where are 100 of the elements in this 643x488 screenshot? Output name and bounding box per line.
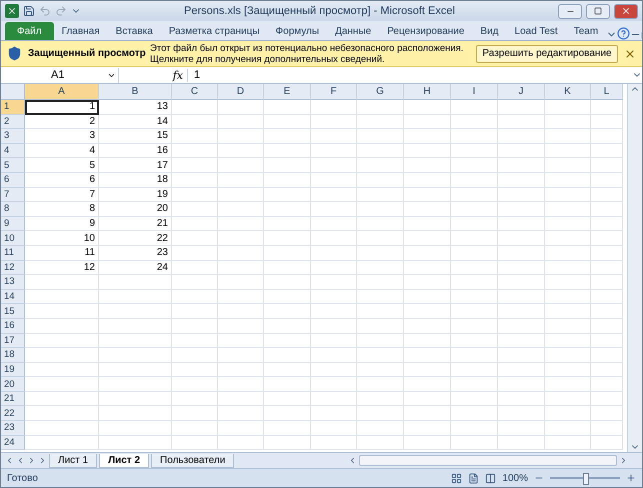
table-cell[interactable]: 24 [99, 260, 172, 276]
table-cell[interactable] [99, 436, 172, 450]
table-cell[interactable] [264, 392, 311, 406]
table-cell[interactable] [218, 275, 264, 290]
row-header[interactable]: 4 [1, 144, 25, 158]
table-cell[interactable] [357, 275, 404, 290]
table-cell[interactable] [545, 188, 591, 202]
close-icon[interactable] [624, 48, 636, 60]
table-cell[interactable]: 19 [99, 188, 172, 202]
table-cell[interactable] [264, 362, 311, 378]
table-cell[interactable] [591, 334, 623, 348]
table-cell[interactable] [25, 318, 99, 334]
table-cell[interactable] [264, 202, 311, 217]
row-header[interactable]: 10 [1, 231, 25, 246]
table-cell[interactable] [545, 216, 591, 232]
row-header[interactable]: 2 [1, 114, 25, 130]
table-cell[interactable] [591, 260, 623, 276]
table-cell[interactable] [357, 216, 404, 232]
row-header[interactable]: 3 [1, 129, 25, 144]
table-cell[interactable] [311, 216, 357, 232]
table-cell[interactable] [545, 362, 591, 378]
ribbon-tab[interactable]: Вставка [108, 22, 161, 40]
table-cell[interactable] [451, 202, 498, 217]
table-cell[interactable] [591, 202, 623, 217]
table-cell[interactable] [311, 392, 357, 406]
table-cell[interactable] [264, 290, 311, 304]
column-header[interactable]: A [25, 84, 99, 100]
table-cell[interactable] [451, 334, 498, 348]
table-cell[interactable] [591, 348, 623, 363]
table-cell[interactable] [591, 129, 623, 144]
row-header[interactable]: 23 [1, 421, 25, 436]
row-header[interactable]: 16 [1, 318, 25, 334]
table-cell[interactable] [218, 100, 264, 115]
column-header[interactable]: E [264, 84, 311, 100]
table-cell[interactable] [357, 318, 404, 334]
table-cell[interactable] [311, 421, 357, 436]
close-button[interactable] [614, 4, 638, 18]
table-cell[interactable] [311, 172, 357, 188]
table-cell[interactable] [451, 158, 498, 173]
next-sheet-icon[interactable] [27, 456, 36, 465]
enable-editing-button[interactable]: Разрешить редактирование [476, 44, 618, 62]
table-cell[interactable] [451, 290, 498, 304]
table-cell[interactable]: 10 [25, 231, 99, 246]
table-cell[interactable] [545, 436, 591, 450]
table-cell[interactable] [311, 334, 357, 348]
table-cell[interactable] [172, 406, 218, 422]
table-cell[interactable] [451, 144, 498, 158]
table-cell[interactable] [404, 188, 451, 202]
table-cell[interactable] [264, 318, 311, 334]
scrollbar-thumb[interactable] [359, 455, 617, 466]
table-cell[interactable] [264, 421, 311, 436]
table-cell[interactable]: 9 [25, 216, 99, 232]
table-cell[interactable] [311, 436, 357, 450]
table-cell[interactable] [404, 114, 451, 130]
table-cell[interactable]: 7 [25, 188, 99, 202]
table-cell[interactable] [357, 202, 404, 217]
table-cell[interactable] [451, 318, 498, 334]
table-cell[interactable] [357, 348, 404, 363]
table-cell[interactable] [591, 318, 623, 334]
table-cell[interactable] [25, 362, 99, 378]
table-cell[interactable] [311, 318, 357, 334]
column-header[interactable]: K [545, 84, 591, 100]
table-cell[interactable] [498, 172, 545, 188]
table-cell[interactable] [25, 377, 99, 392]
table-cell[interactable] [498, 362, 545, 378]
table-cell[interactable] [172, 129, 218, 144]
column-header[interactable]: B [99, 84, 172, 100]
ribbon-tab[interactable]: Рецензирование [379, 22, 472, 40]
table-cell[interactable] [99, 377, 172, 392]
column-header[interactable]: F [311, 84, 357, 100]
row-header[interactable]: 21 [1, 392, 25, 406]
table-cell[interactable] [498, 246, 545, 261]
ribbon-tab[interactable]: Team [566, 22, 606, 40]
table-cell[interactable] [591, 275, 623, 290]
table-cell[interactable] [357, 100, 404, 115]
table-cell[interactable] [99, 290, 172, 304]
table-cell[interactable] [498, 158, 545, 173]
table-cell[interactable] [404, 290, 451, 304]
table-cell[interactable] [218, 144, 264, 158]
table-cell[interactable] [218, 421, 264, 436]
table-cell[interactable] [498, 260, 545, 276]
table-cell[interactable] [264, 406, 311, 422]
table-cell[interactable]: 5 [25, 158, 99, 173]
table-cell[interactable] [404, 260, 451, 276]
table-cell[interactable]: 11 [25, 246, 99, 261]
table-cell[interactable] [357, 188, 404, 202]
zoom-in-icon[interactable] [626, 473, 636, 483]
table-cell[interactable]: 8 [25, 202, 99, 217]
table-cell[interactable] [451, 231, 498, 246]
table-cell[interactable] [545, 100, 591, 115]
table-cell[interactable] [357, 334, 404, 348]
table-cell[interactable] [451, 100, 498, 115]
table-cell[interactable] [218, 231, 264, 246]
table-cell[interactable] [545, 334, 591, 348]
column-header[interactable]: C [172, 84, 218, 100]
row-header[interactable]: 8 [1, 202, 25, 217]
table-cell[interactable] [218, 318, 264, 334]
table-cell[interactable] [404, 392, 451, 406]
table-cell[interactable] [218, 436, 264, 450]
table-cell[interactable] [311, 406, 357, 422]
